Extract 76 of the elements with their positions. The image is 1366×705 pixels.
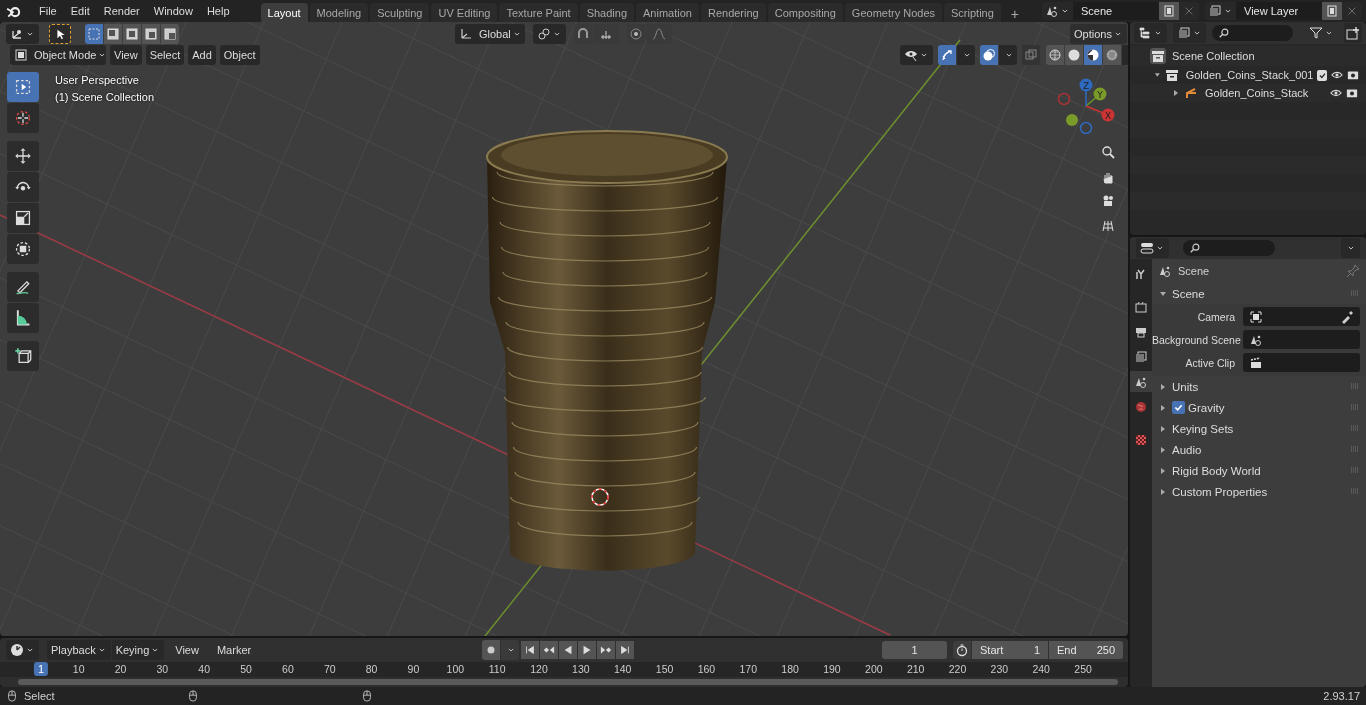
frame-number: 160 [697, 663, 716, 675]
frame-number: 230 [990, 663, 1009, 675]
menu-item[interactable]: File [32, 1, 64, 21]
panel-header[interactable]: Units [1152, 376, 1366, 397]
frame-number: 140 [613, 663, 632, 675]
menu-dropdown[interactable]: Playback [47, 640, 111, 660]
menu-item[interactable]: View [168, 640, 206, 660]
panel-header[interactable]: Keying Sets [1152, 418, 1366, 439]
outliner-row[interactable]: Golden_Coins_Stack_001 [1130, 66, 1366, 84]
view-layer-name-field[interactable]: View Layer [1236, 2, 1322, 20]
frame-number: 120 [530, 663, 548, 675]
version-text: 2.93.17 [1323, 690, 1360, 702]
axis-handle[interactable]: Y [1093, 87, 1107, 101]
panel-header[interactable]: Custom Properties [1152, 481, 1366, 502]
menu-item[interactable]: Render [96, 1, 147, 21]
3d-viewport[interactable]: X Y Z Global Options Object Mode View Select Add Object User Perspective (1) Scene Collection [0, 22, 1128, 636]
frame-number: 50 [240, 663, 252, 675]
workspace-tab[interactable]: Compositing [767, 3, 843, 22]
workspace-tab[interactable]: Animation [636, 3, 699, 22]
current-frame-field[interactable]: 1 [882, 641, 947, 659]
field-label: Active Clip [1184, 356, 1236, 369]
menu-item[interactable]: Help [199, 1, 237, 21]
workspace-tab[interactable]: Shading [579, 3, 635, 22]
frame-number: 60 [282, 663, 294, 675]
viewport-info-text: (1) Scene Collection [55, 91, 155, 103]
end-frame-field[interactable]: End 250 [1049, 641, 1123, 659]
transform-orientation-dropdown[interactable]: Global [455, 24, 525, 44]
frame-number: 150 [655, 663, 674, 675]
frame-number: 30 [156, 663, 169, 675]
frame-number: 70 [323, 663, 336, 675]
frame-number: 20 [114, 663, 127, 675]
frame-number: 210 [906, 663, 925, 675]
frame-number: 180 [781, 663, 799, 675]
panel-header[interactable]: Gravity [1152, 397, 1366, 418]
workspace-tab[interactable]: Geometry Nodes [844, 3, 942, 22]
frame-number: 90 [407, 663, 420, 675]
frame-number: 100 [446, 663, 465, 675]
context-path-text: Scene [1178, 265, 1211, 277]
workspace-tab[interactable]: Rendering [700, 3, 766, 22]
status-hint-text: Select [24, 690, 55, 702]
frame-number: 170 [739, 663, 757, 675]
frame-number: 250 [1074, 663, 1092, 675]
workspace-tab[interactable]: UV Editing [431, 3, 498, 22]
workspace-tab[interactable]: Modeling [309, 3, 369, 22]
menu-dropdown[interactable]: Keying [111, 640, 165, 660]
field-label: Camera [1196, 310, 1236, 323]
viewport-info-text: User Perspective [55, 74, 140, 86]
menu-item[interactable]: Window [146, 1, 200, 21]
options-dropdown[interactable]: Options [1070, 24, 1127, 44]
frame-number: 80 [365, 663, 378, 675]
workspace-tab[interactable]: Layout [260, 3, 308, 22]
menu-item[interactable]: Object [219, 45, 260, 65]
frame-number: 200 [865, 663, 883, 675]
workspace-tab[interactable]: Texture Paint [499, 3, 578, 22]
add-workspace-button[interactable]: + [1006, 5, 1023, 22]
frame-number: 240 [1032, 663, 1050, 675]
panel-header[interactable]: Rigid Body World [1152, 460, 1366, 481]
mode-dropdown[interactable]: Object Mode [10, 45, 106, 65]
menu-item[interactable]: Edit [63, 1, 97, 21]
menu-item[interactable]: Select [145, 45, 185, 65]
scene-name-field[interactable]: Scene [1073, 2, 1159, 20]
start-frame-field[interactable]: Start 1 [972, 641, 1048, 659]
workspace-tab[interactable]: Sculpting [370, 3, 430, 22]
workspace-tab[interactable]: Scripting [944, 3, 1001, 22]
frame-number: 130 [572, 663, 590, 675]
frame-number: 110 [488, 663, 506, 675]
menu-item[interactable]: Add [188, 45, 216, 65]
frame-number: 220 [948, 663, 967, 675]
field-label: Background Scene [1152, 333, 1242, 346]
frame-number: 40 [198, 663, 211, 675]
menu-item[interactable]: View [110, 45, 142, 65]
menu-item[interactable]: Marker [209, 640, 259, 660]
frame-number: 10 [72, 663, 85, 675]
frame-number: 190 [823, 663, 841, 675]
panel-header[interactable]: Audio [1152, 439, 1366, 460]
playhead-frame-indicator[interactable]: 1 [33, 662, 49, 676]
